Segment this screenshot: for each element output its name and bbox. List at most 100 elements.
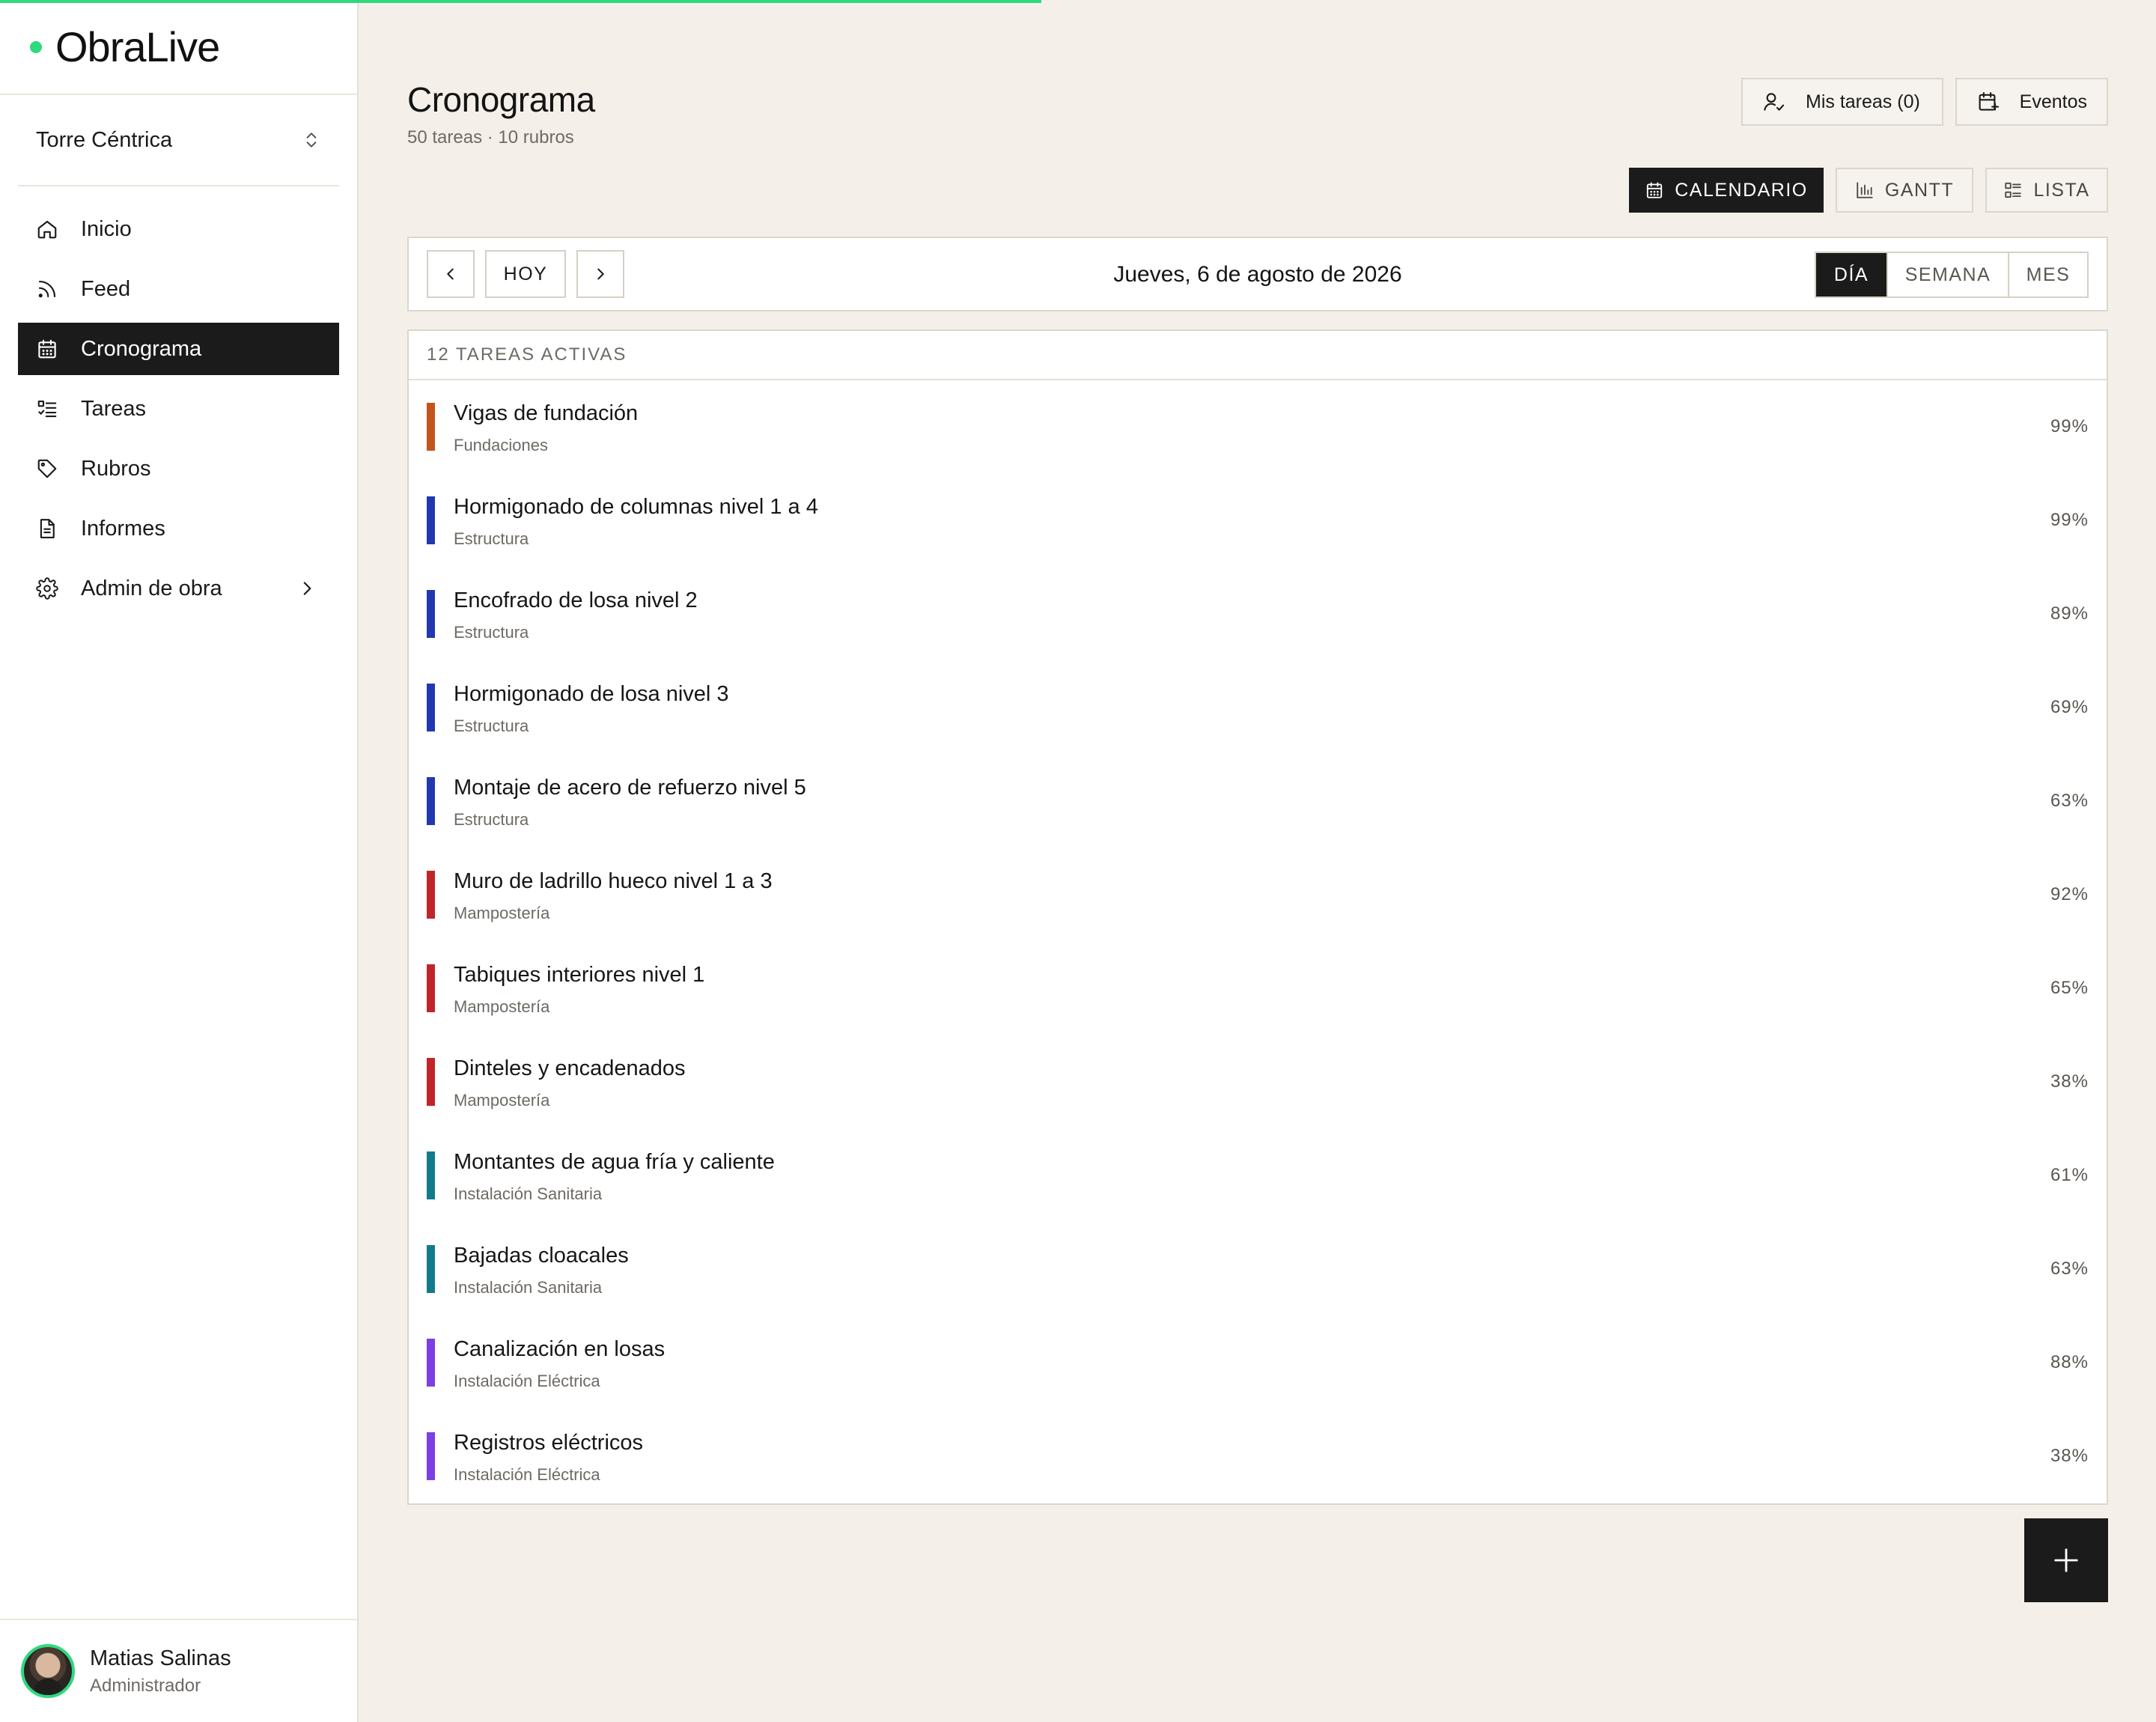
sidebar-item-inicio[interactable]: Inicio bbox=[18, 203, 339, 255]
task-category: Instalación Eléctrica bbox=[454, 1465, 600, 1484]
task-category-color-bar bbox=[427, 1339, 435, 1387]
task-category: Mampostería bbox=[454, 904, 550, 922]
add-task-button[interactable] bbox=[2024, 1518, 2108, 1602]
mode-week-button[interactable]: SEMANA bbox=[1886, 253, 2008, 296]
task-category-color-bar bbox=[427, 777, 435, 825]
project-name: Torre Céntrica bbox=[36, 127, 173, 152]
task-category: Mampostería bbox=[454, 1091, 550, 1110]
task-category-color-bar bbox=[427, 1432, 435, 1480]
sidebar-item-label: Cronograma bbox=[81, 336, 202, 361]
sidebar-item-informes[interactable]: Informes bbox=[18, 502, 339, 555]
plus-icon bbox=[2054, 1548, 2078, 1572]
mode-month-button[interactable]: MES bbox=[2008, 253, 2087, 296]
mode-day-button[interactable]: DÍA bbox=[1816, 253, 1886, 296]
task-category: Instalación Sanitaria bbox=[454, 1278, 603, 1297]
view-list-button[interactable]: LISTA bbox=[1985, 168, 2108, 213]
task-row[interactable]: Dinteles y encadenados Mampostería 38% bbox=[409, 1035, 2107, 1129]
task-row[interactable]: Tabiques interiores nivel 1 Mampostería 65… bbox=[409, 942, 2107, 1035]
task-row[interactable]: Muro de ladrillo hueco nivel 1 a 3 Mampos… bbox=[409, 848, 2107, 942]
avatar bbox=[21, 1644, 75, 1698]
sidebar-item-label: Rubros bbox=[81, 456, 151, 481]
sidebar-item-tareas[interactable]: Tareas bbox=[18, 383, 339, 435]
page-load-progress bbox=[0, 0, 1042, 3]
sidebar-nav: Inicio Feed Cronograma Tareas Rubros Inf… bbox=[0, 186, 357, 615]
view-calendar-label: CALENDARIO bbox=[1675, 179, 1808, 201]
sidebar-item-label: Feed bbox=[81, 276, 131, 301]
task-category-color-bar bbox=[427, 684, 435, 731]
sidebar-item-rubros[interactable]: Rubros bbox=[18, 442, 339, 495]
task-name: Hormigonado de losa nivel 3 bbox=[454, 682, 729, 706]
task-category: Estructura bbox=[454, 529, 529, 548]
my-tasks-label: Mis tareas (0) bbox=[1806, 91, 1920, 112]
task-progress-percent: 99% bbox=[2050, 510, 2089, 530]
task-row[interactable]: Hormigonado de losa nivel 3 Estructura 69% bbox=[409, 661, 2107, 755]
document-icon bbox=[36, 517, 58, 540]
chevron-right-icon bbox=[303, 582, 311, 595]
view-gantt-button[interactable]: GANTT bbox=[1836, 168, 1973, 213]
task-progress-percent: 89% bbox=[2050, 603, 2089, 624]
main-content: Cronograma 50 tareas · 10 rubros Mis tar… bbox=[359, 0, 2156, 1722]
view-list-label: LISTA bbox=[2033, 179, 2090, 201]
project-selector[interactable]: Torre Céntrica bbox=[18, 95, 339, 186]
task-name: Canalización en losas bbox=[454, 1337, 666, 1361]
task-progress-percent: 38% bbox=[2050, 1446, 2089, 1466]
user-role: Administrador bbox=[90, 1675, 201, 1696]
brand: ObraLive bbox=[0, 0, 357, 95]
sidebar-item-admin-de-obra[interactable]: Admin de obra bbox=[18, 562, 339, 615]
task-category-color-bar bbox=[427, 403, 435, 451]
task-progress-percent: 61% bbox=[2050, 1165, 2089, 1185]
task-row[interactable]: Bajadas cloacales Instalación Sanitaria 63… bbox=[409, 1223, 2107, 1316]
task-category-color-bar bbox=[427, 1058, 435, 1106]
task-category: Estructura bbox=[454, 717, 529, 735]
user-profile[interactable]: Matias Salinas Administrador bbox=[0, 1619, 357, 1722]
sidebar-item-feed[interactable]: Feed bbox=[18, 263, 339, 315]
my-tasks-button[interactable]: Mis tareas (0) bbox=[1741, 78, 1943, 126]
task-category: Estructura bbox=[454, 810, 529, 829]
task-category-color-bar bbox=[427, 964, 435, 1012]
task-row[interactable]: Canalización en losas Instalación Eléctri… bbox=[409, 1316, 2107, 1410]
task-category-color-bar bbox=[427, 1245, 435, 1293]
task-row[interactable]: Vigas de fundación Fundaciones 99% bbox=[409, 380, 2107, 474]
calendar-plus-icon bbox=[1979, 92, 2000, 111]
task-name: Dinteles y encadenados bbox=[454, 1056, 686, 1080]
sidebar-item-label: Informes bbox=[81, 516, 165, 541]
app-logo[interactable]: ObraLive bbox=[55, 22, 220, 71]
tag-icon bbox=[36, 457, 58, 480]
task-category-color-bar bbox=[427, 1151, 435, 1199]
sidebar-item-label: Admin de obra bbox=[81, 576, 222, 600]
task-list: Vigas de fundación Fundaciones 99% Hormigon… bbox=[409, 380, 2107, 1503]
task-progress-percent: 69% bbox=[2050, 697, 2089, 717]
task-row[interactable]: Encofrado de losa nivel 2 Estructura 89% bbox=[409, 568, 2107, 661]
chevron-up-down-icon bbox=[306, 133, 317, 147]
user-name: Matias Salinas bbox=[90, 1646, 231, 1670]
task-row[interactable]: Montaje de acero de refuerzo nivel 5 Estr… bbox=[409, 755, 2107, 848]
task-progress-percent: 65% bbox=[2050, 978, 2089, 998]
task-name: Muro de ladrillo hueco nivel 1 a 3 bbox=[454, 869, 773, 893]
calendar-icon bbox=[1647, 182, 1663, 198]
bar-chart-icon bbox=[1857, 182, 1873, 198]
task-row[interactable]: Registros eléctricos Instalación Eléctric… bbox=[409, 1410, 2107, 1503]
task-category-color-bar bbox=[427, 590, 435, 638]
task-name: Registros eléctricos bbox=[454, 1431, 644, 1455]
active-tasks-header: 12 TAREAS ACTIVAS bbox=[409, 331, 2107, 380]
task-category: Instalación Eléctrica bbox=[454, 1372, 600, 1390]
task-name: Tabiques interiores nivel 1 bbox=[454, 963, 705, 987]
task-name: Montaje de acero de refuerzo nivel 5 bbox=[454, 776, 806, 800]
view-calendar-button[interactable]: CALENDARIO bbox=[1629, 168, 1824, 213]
task-progress-percent: 99% bbox=[2050, 416, 2089, 436]
task-category-color-bar bbox=[427, 871, 435, 919]
sidebar-item-cronograma[interactable]: Cronograma bbox=[18, 323, 339, 375]
page-subtitle: 50 tareas · 10 rubros bbox=[407, 127, 574, 147]
home-icon bbox=[36, 218, 58, 240]
calendar-icon bbox=[36, 338, 58, 360]
brand-status-dot bbox=[30, 40, 42, 53]
task-row[interactable]: Montantes de agua fría y caliente Instala… bbox=[409, 1129, 2107, 1223]
task-row[interactable]: Hormigonado de columnas nivel 1 a 4 Estru… bbox=[409, 474, 2107, 568]
task-category: Fundaciones bbox=[454, 436, 548, 454]
gear-icon bbox=[36, 577, 58, 600]
list-icon bbox=[2005, 182, 2022, 198]
range-mode-switch: DÍA SEMANA MES bbox=[1815, 252, 2089, 298]
events-button[interactable]: Eventos bbox=[1955, 78, 2108, 126]
task-name: Bajadas cloacales bbox=[454, 1244, 629, 1268]
task-progress-percent: 38% bbox=[2050, 1071, 2089, 1092]
